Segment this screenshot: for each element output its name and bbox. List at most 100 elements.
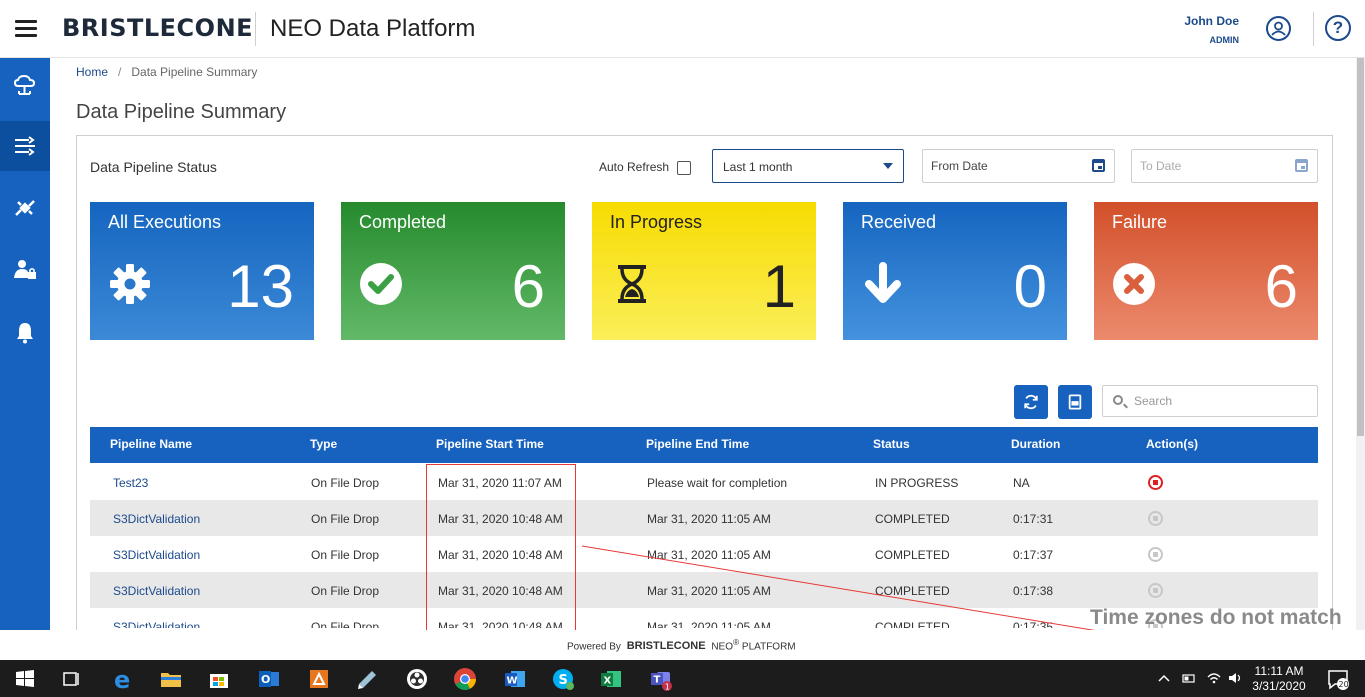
teams-icon[interactable]: T1	[648, 666, 674, 692]
card-failure[interactable]: Failure 6	[1094, 202, 1318, 340]
battery-icon[interactable]	[1182, 672, 1196, 684]
sidebar-item-data-sources[interactable]	[0, 60, 50, 110]
table-row: S3DictValidation On File Drop Mar 31, 20…	[90, 572, 1318, 608]
svg-text:e: e	[114, 666, 130, 692]
export-csv-button[interactable]	[1058, 385, 1092, 419]
footer-text: Powered By BRISTLECONE NEO® PLATFORM	[567, 637, 796, 652]
brand-logo: BRISTLECONE	[62, 14, 254, 42]
pipeline-type: On File Drop	[311, 584, 380, 598]
pipeline-type: On File Drop	[311, 512, 380, 526]
pipeline-end-time: Mar 31, 2020 11:05 AM	[647, 548, 771, 562]
pipeline-name-link[interactable]: S3DictValidation	[113, 512, 200, 526]
annotation-text: Time zones do not match	[1090, 606, 1342, 629]
column-status[interactable]: Status	[873, 437, 910, 451]
pipeline-name-link[interactable]: Test23	[113, 476, 148, 490]
table-row: S3DictValidation On File Drop Mar 31, 20…	[90, 500, 1318, 536]
pipeline-duration: NA	[1013, 476, 1030, 490]
volume-icon[interactable]	[1228, 672, 1242, 684]
cloud-network-icon	[13, 74, 36, 95]
wifi-icon[interactable]	[1207, 672, 1221, 684]
page-footer: Powered By BRISTLECONE NEO® PLATFORM	[0, 630, 1356, 660]
card-received[interactable]: Received 0	[843, 202, 1067, 340]
calendar-icon[interactable]	[1092, 159, 1105, 172]
sidebar-item-users[interactable]	[0, 245, 50, 295]
help-icon[interactable]: ?	[1325, 15, 1351, 41]
task-view-icon[interactable]	[58, 666, 84, 692]
stop-icon[interactable]	[1148, 475, 1163, 490]
header-divider	[255, 12, 256, 46]
check-circle-icon	[360, 263, 402, 305]
header-divider-right	[1313, 12, 1314, 46]
pipeline-status: COMPLETED	[875, 548, 950, 562]
office-icon[interactable]	[306, 666, 332, 692]
refresh-icon	[1024, 394, 1038, 410]
card-all-executions[interactable]: All Executions 13	[90, 202, 314, 340]
to-date-placeholder: To Date	[1140, 159, 1182, 173]
menu-icon[interactable]	[15, 20, 37, 38]
pipeline-type: On File Drop	[311, 476, 380, 490]
sidebar-item-monitoring[interactable]	[0, 183, 50, 233]
skype-icon[interactable]: S	[550, 666, 576, 692]
file-explorer-icon[interactable]	[158, 666, 184, 692]
footer-product: NEO	[711, 641, 733, 653]
page-title: Data Pipeline Summary	[76, 101, 287, 123]
scrollbar-thumb[interactable]	[1357, 58, 1364, 436]
calendar-icon[interactable]	[1295, 159, 1308, 172]
pipeline-end-time: Please wait for completion	[647, 476, 788, 490]
pipeline-name-link[interactable]: S3DictValidation	[113, 584, 200, 598]
notification-count: 20	[1339, 680, 1349, 689]
card-completed[interactable]: Completed 6	[341, 202, 565, 340]
search-input[interactable]: Search	[1102, 385, 1318, 417]
windows-taskbar: e O W S X T1 11:11 AM 3/31/2020 20	[0, 660, 1365, 697]
notepad-icon[interactable]	[354, 666, 380, 692]
app-title: NEO Data Platform	[270, 15, 476, 42]
card-label: Failure	[1112, 212, 1168, 232]
breadcrumb-home[interactable]: Home	[76, 65, 108, 79]
windows-start-icon[interactable]	[12, 666, 38, 692]
column-end-time[interactable]: Pipeline End Time	[646, 437, 749, 451]
footer-registered: ®	[733, 637, 740, 647]
notification-center-icon[interactable]: 20	[1325, 666, 1351, 692]
card-in-progress[interactable]: In Progress 1	[592, 202, 816, 340]
pipeline-name-link[interactable]: S3DictValidation	[113, 548, 200, 562]
pipeline-status: IN PROGRESS	[875, 476, 959, 490]
obs-icon[interactable]	[404, 666, 430, 692]
annotation-highlight-box	[426, 464, 576, 634]
card-count: 13	[227, 253, 294, 320]
column-start-time[interactable]: Pipeline Start Time	[436, 437, 544, 451]
card-count: 1	[762, 253, 796, 320]
column-actions: Action(s)	[1146, 437, 1198, 451]
auto-refresh-label: Auto Refresh	[599, 160, 670, 174]
column-type[interactable]: Type	[310, 437, 337, 451]
footer-suffix: PLATFORM	[741, 641, 796, 653]
column-duration[interactable]: Duration	[1011, 437, 1060, 451]
store-icon[interactable]	[206, 666, 232, 692]
page-scrollbar[interactable]	[1356, 58, 1365, 630]
from-date-field[interactable]: From Date	[922, 149, 1115, 183]
column-pipeline-name[interactable]: Pipeline Name	[110, 437, 192, 451]
arrow-down-icon	[865, 262, 901, 303]
outlook-icon[interactable]: O	[256, 666, 282, 692]
edge-icon[interactable]: e	[110, 666, 136, 692]
to-date-field[interactable]: To Date	[1131, 149, 1318, 183]
excel-icon[interactable]: X	[598, 666, 624, 692]
pipeline-name-link[interactable]: S3DictValidation	[113, 620, 200, 628]
footer-brand: BRISTLECONE	[626, 640, 706, 653]
auto-refresh-checkbox[interactable]	[677, 161, 691, 175]
period-select-value: Last 1 month	[723, 160, 793, 174]
clock-time: 11:11 AM	[1254, 664, 1304, 678]
user-avatar-icon[interactable]	[1266, 16, 1291, 41]
sidebar-item-pipelines[interactable]	[0, 121, 50, 171]
word-icon[interactable]: W	[502, 666, 528, 692]
period-select[interactable]: Last 1 month	[712, 149, 904, 183]
stop-icon-disabled	[1148, 583, 1163, 598]
chrome-icon[interactable]	[452, 666, 478, 692]
tray-chevron-up-icon[interactable]	[1157, 672, 1171, 684]
refresh-button[interactable]	[1014, 385, 1048, 419]
user-name: John Doe	[1184, 14, 1239, 28]
stop-icon-disabled	[1148, 511, 1163, 526]
sidebar-item-notifications[interactable]	[0, 308, 50, 358]
pipeline-duration: 0:17:38	[1013, 584, 1054, 598]
pipeline-duration: 0:17:35	[1013, 620, 1054, 628]
taskbar-clock[interactable]: 11:11 AM 3/31/2020	[1248, 664, 1310, 694]
